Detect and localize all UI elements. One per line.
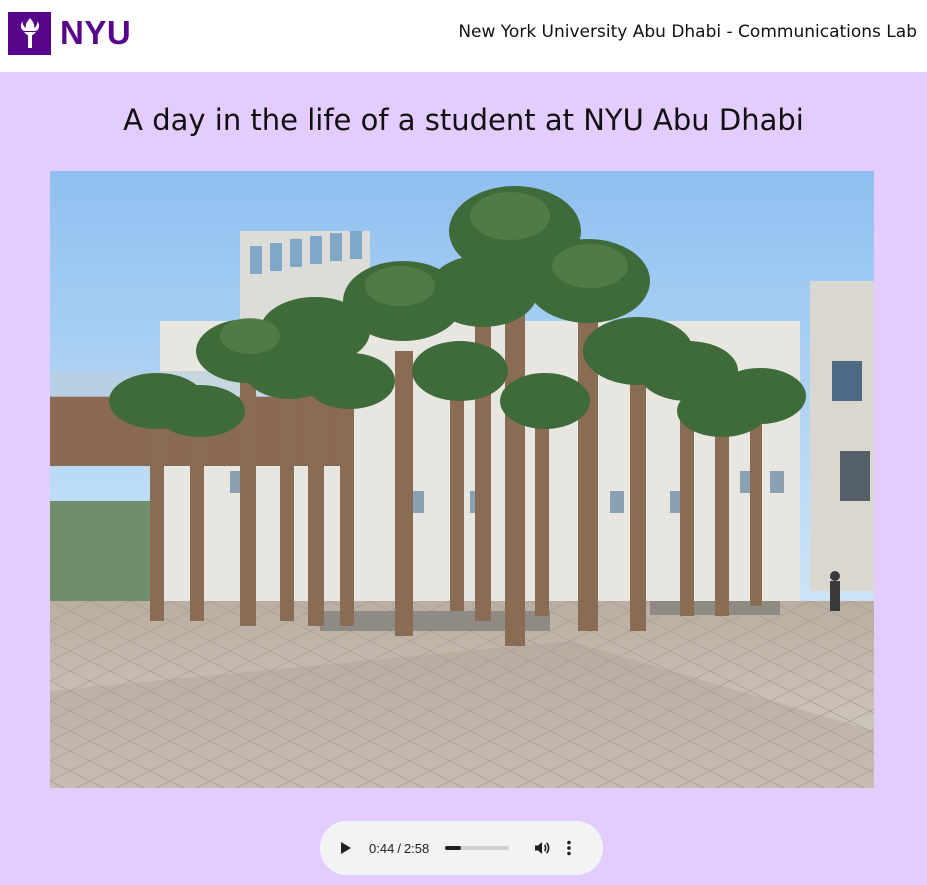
logo-text: NYU	[60, 14, 132, 51]
campus-photo	[50, 171, 874, 788]
play-icon[interactable]	[340, 841, 354, 855]
volume-icon[interactable]	[533, 839, 551, 857]
progress-bar[interactable]	[445, 846, 510, 850]
more-vert-icon[interactable]	[565, 839, 573, 857]
time-separator: /	[397, 840, 401, 856]
audio-player[interactable]: 0:44/2:58	[320, 821, 603, 875]
header-title: New York University Abu Dhabi - Communic…	[458, 22, 917, 42]
duration: 2:58	[403, 840, 430, 856]
page-title: A day in the life of a student at NYU Ab…	[123, 103, 804, 137]
site-header: NYU New York University Abu Dhabi - Comm…	[0, 0, 927, 72]
progress-fill	[445, 846, 462, 850]
current-time: 0:44	[369, 840, 395, 856]
nyu-logo[interactable]: NYU	[8, 11, 131, 55]
audio-time: 0:44/2:58	[369, 841, 429, 856]
torch-icon	[8, 11, 51, 55]
